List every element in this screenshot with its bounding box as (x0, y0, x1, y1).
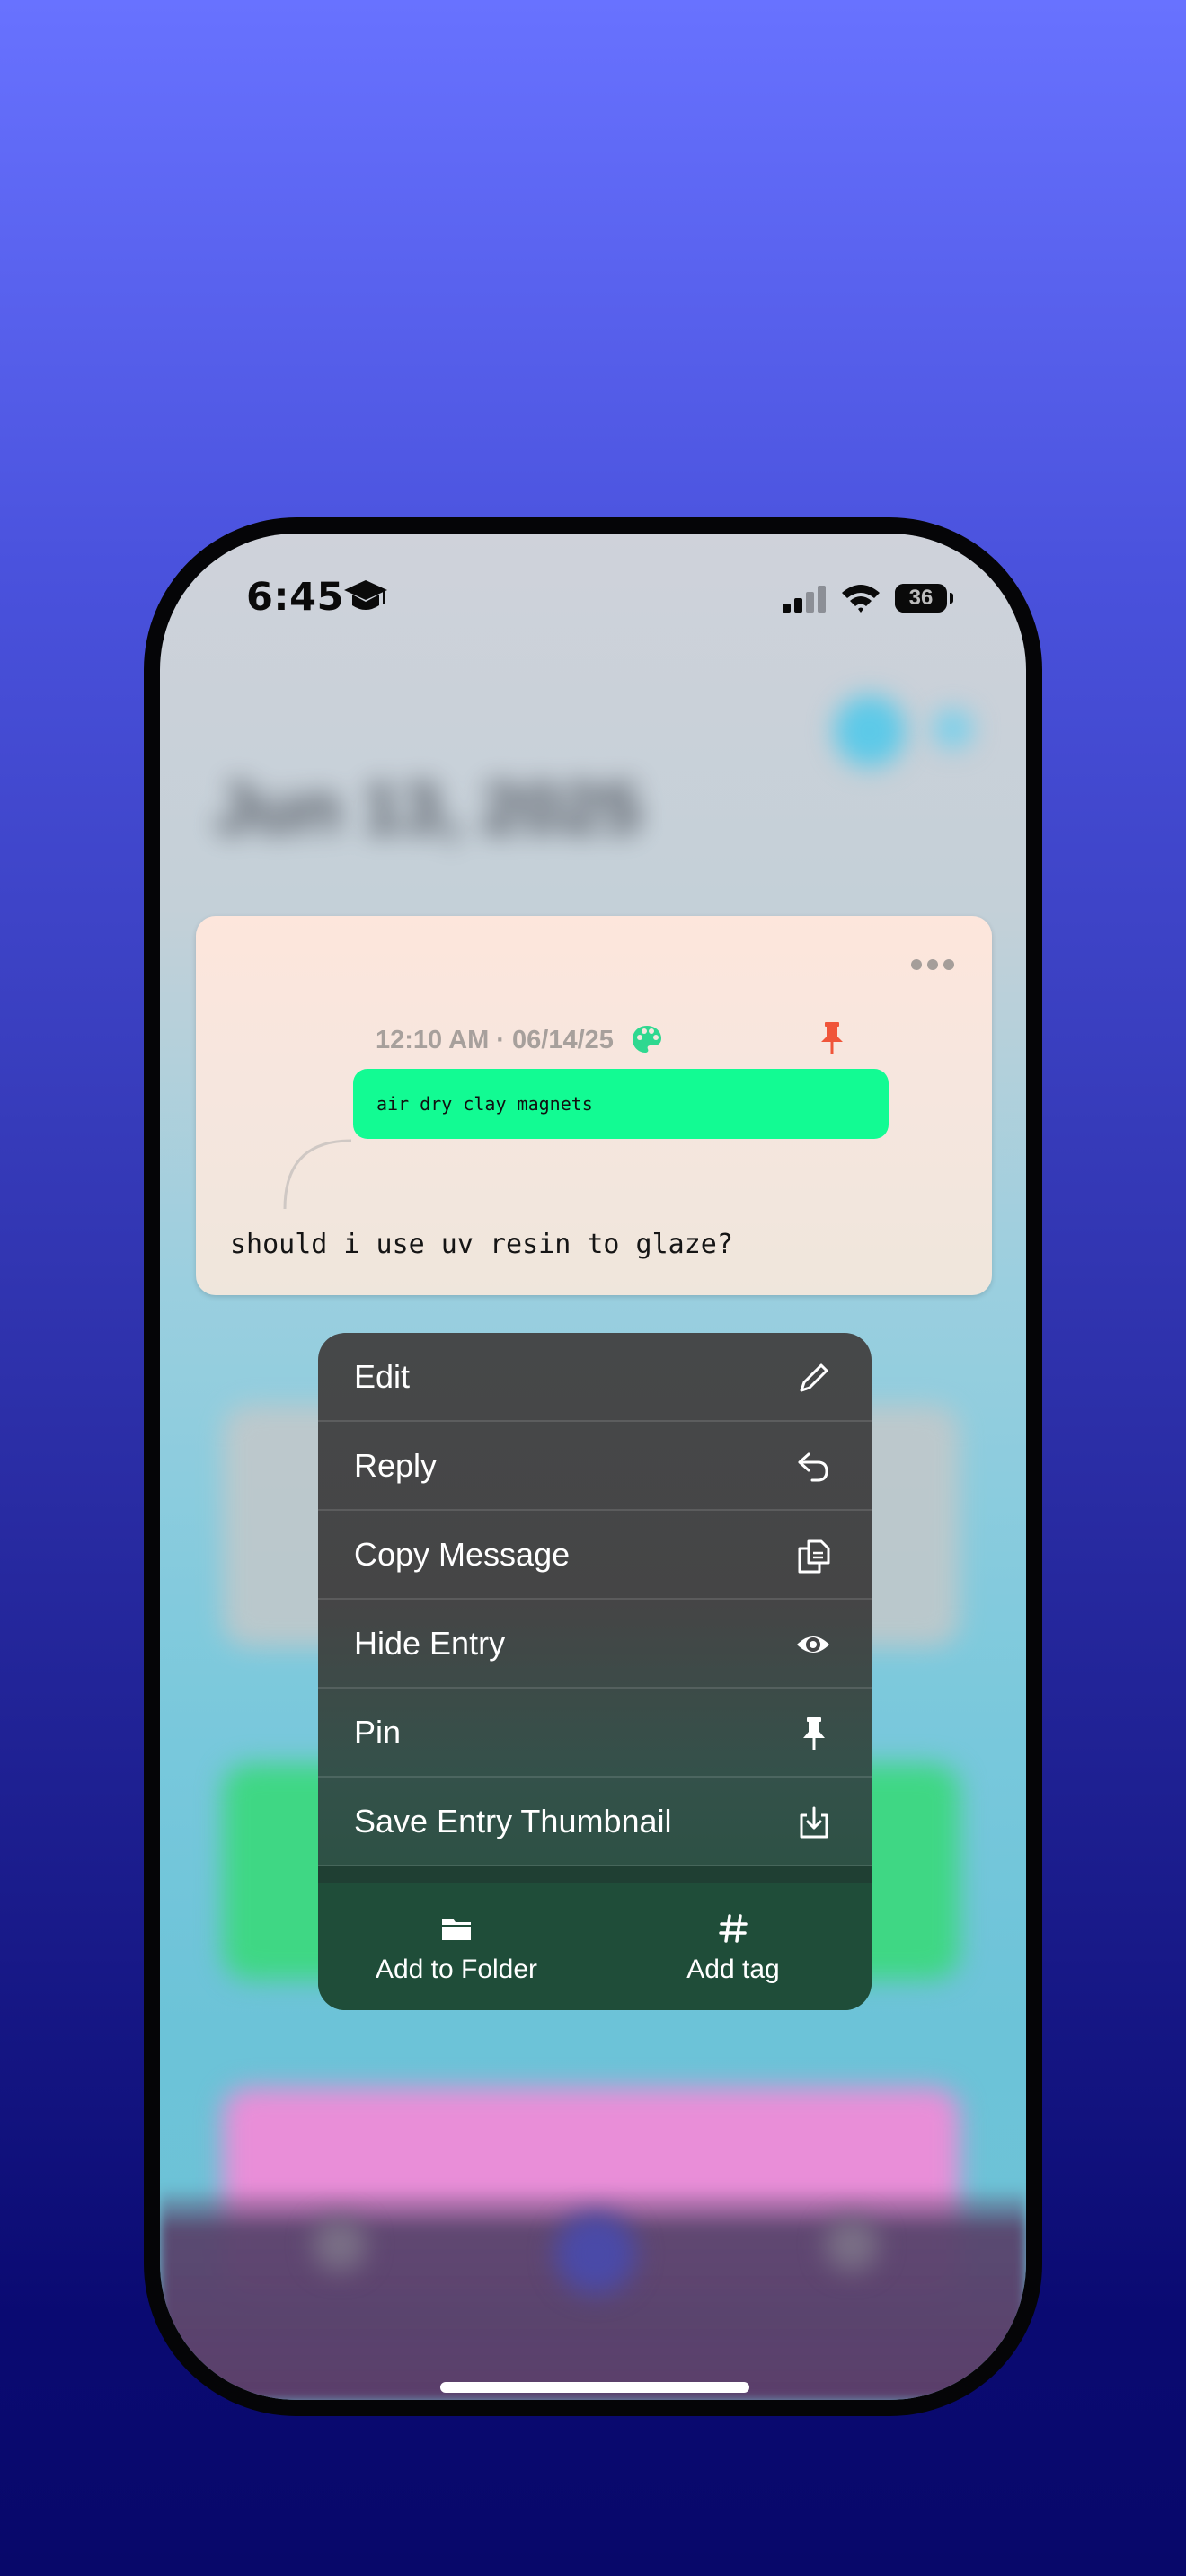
folder-icon (442, 1919, 471, 1940)
menu-item-reply[interactable]: Reply (318, 1422, 872, 1511)
menu-item-edit[interactable]: Edit (318, 1333, 872, 1422)
battery-level: 36 (908, 586, 934, 610)
hash-icon (719, 1914, 748, 1943)
eye-icon (797, 1636, 829, 1653)
copy-docs-icon (798, 1539, 830, 1574)
pin-icon (803, 1717, 825, 1750)
menu-item-label: Hide Entry (354, 1625, 506, 1662)
menu-bottom-actions: Add to Folder Add tag (318, 1883, 872, 2010)
entry-message-text: should i use uv resin to glaze? (230, 1229, 733, 1260)
blurred-settings-icon (933, 709, 973, 749)
wifi-icon (842, 585, 880, 613)
more-options-icon[interactable] (911, 959, 954, 970)
menu-item-copy-message[interactable]: Copy Message (318, 1511, 872, 1600)
add-to-folder-label: Add to Folder (375, 1954, 538, 1984)
cellular-signal-icon (783, 586, 826, 613)
menu-item-hide-entry[interactable]: Hide Entry (318, 1600, 872, 1689)
home-indicator[interactable] (440, 2382, 749, 2393)
add-to-folder-button[interactable]: Add to Folder (318, 1883, 595, 2010)
menu-section-divider (318, 1866, 872, 1883)
entry-timestamp: 12:10 AM · 06/14/25 (376, 1026, 614, 1054)
save-download-icon (800, 1806, 828, 1839)
battery-indicator: 36 (895, 584, 953, 613)
blurred-date-title: Jun 13, 2025 (214, 768, 642, 848)
menu-item-pin[interactable]: Pin (318, 1689, 872, 1778)
blurred-tab-icon (825, 2218, 879, 2272)
menu-item-label: Save Entry Thumbnail (354, 1803, 672, 1839)
quoted-entry-bubble[interactable]: air dry clay magnets (353, 1069, 889, 1139)
reply-arrow-icon (798, 1452, 828, 1482)
menu-item-label: Reply (354, 1447, 438, 1484)
blurred-tab-icon (313, 2218, 367, 2272)
graduation-cap-icon (344, 580, 387, 610)
entry-card[interactable]: 12:10 AM · 06/14/25 air dry clay magnets… (196, 916, 992, 1295)
blurred-action-icon (834, 695, 906, 767)
menu-item-label: Pin (354, 1714, 402, 1751)
reply-connector (283, 1139, 352, 1210)
menu-item-label: Edit (354, 1358, 411, 1395)
add-tag-label: Add tag (686, 1954, 780, 1984)
menu-item-label: Copy Message (354, 1536, 571, 1573)
add-tag-button[interactable]: Add tag (595, 1883, 872, 2010)
context-menu: Edit Reply Copy Message Hide Entry Pin S… (318, 1333, 872, 2010)
status-time: 6:45 (246, 575, 344, 620)
pinned-icon (821, 1022, 843, 1054)
palette-icon (633, 1026, 661, 1053)
pencil-icon (800, 1363, 828, 1392)
menu-item-save-entry-thumbnail[interactable]: Save Entry Thumbnail (318, 1778, 872, 1866)
blurred-tab-icon (555, 2213, 636, 2294)
